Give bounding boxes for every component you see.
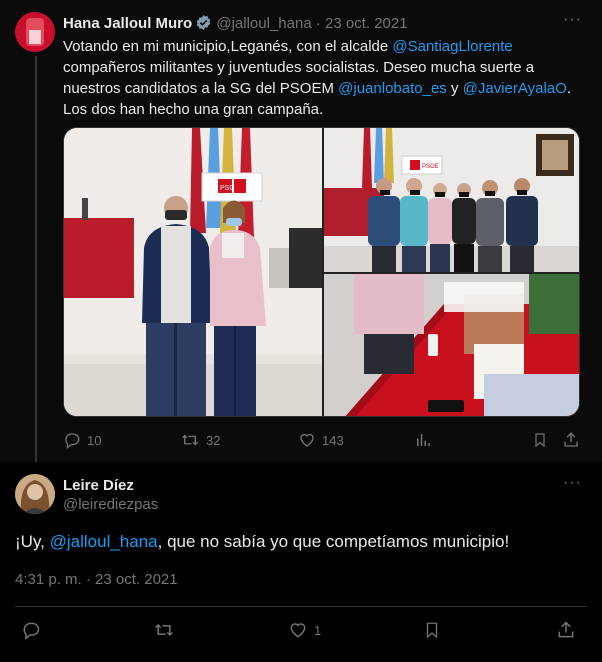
- repost-count: 32: [206, 432, 221, 448]
- photo-2-sign: PSOE: [422, 164, 439, 170]
- reply-date: 23 oct. 2021: [95, 571, 178, 588]
- reply-text: ¡Uy, @jalloul_hana, que no sabía yo que …: [15, 532, 510, 551]
- mention-link[interactable]: @SantiagLlorente: [392, 38, 512, 55]
- like-icon: [288, 620, 308, 640]
- like-count: 143: [322, 432, 344, 448]
- tweet-text: Votando en mi municipio,Leganés, con el …: [63, 36, 583, 120]
- bookmark-button[interactable]: [423, 620, 441, 640]
- reply-button[interactable]: [21, 620, 41, 640]
- share-button[interactable]: [562, 431, 580, 449]
- author-handle[interactable]: @leirediezpas: [63, 496, 158, 513]
- reply-icon: [63, 431, 81, 449]
- mention-link[interactable]: @JavierAyalaO: [463, 80, 567, 97]
- photo-1[interactable]: PSOE: [64, 128, 322, 416]
- parent-action-bar: 10 32 143: [0, 431, 602, 451]
- tweet-header: Hana Jalloul Muro @jalloul_hana · 23 oct…: [63, 14, 408, 35]
- avatar[interactable]: [15, 474, 55, 514]
- reply-count: 10: [87, 432, 102, 448]
- reply-time: 4:31 p. m.: [15, 571, 82, 588]
- tweet-text-segment: y: [446, 80, 463, 97]
- repost-icon: [153, 620, 175, 640]
- tweet-date[interactable]: 23 oct. 2021: [325, 15, 408, 32]
- divider: [15, 606, 587, 607]
- mention-link[interactable]: @jalloul_hana: [50, 532, 158, 551]
- like-button[interactable]: 1: [288, 620, 321, 640]
- author-name[interactable]: Hana Jalloul Muro: [63, 15, 192, 32]
- media-grid[interactable]: PSOE PSOE: [63, 127, 580, 417]
- reply-tweet[interactable]: Leire Díez @leirediezpas ··· ¡Uy, @jallo…: [0, 462, 602, 662]
- repost-button[interactable]: 32: [180, 431, 220, 449]
- reply-header: Leire Díez @leirediezpas: [63, 477, 158, 513]
- bookmark-button[interactable]: [532, 431, 548, 449]
- repost-icon: [180, 431, 200, 449]
- share-button[interactable]: [556, 620, 576, 640]
- author-handle[interactable]: @jalloul_hana: [216, 15, 311, 32]
- reply-action-bar: 1: [0, 620, 602, 640]
- views-button[interactable]: [414, 431, 432, 449]
- mention-link[interactable]: @juanlobato_es: [338, 80, 447, 97]
- verified-icon: [195, 14, 212, 35]
- author-name[interactable]: Leire Díez: [63, 477, 158, 494]
- reply-icon: [21, 620, 41, 640]
- share-icon: [556, 620, 576, 640]
- thread-line: [35, 56, 37, 462]
- more-icon[interactable]: ···: [563, 11, 582, 29]
- like-button[interactable]: 143: [298, 431, 344, 449]
- tweet-text-segment: Votando en mi municipio,Leganés, con el …: [63, 38, 393, 55]
- more-icon[interactable]: ···: [563, 474, 582, 492]
- reply-timestamp[interactable]: 4:31 p. m. · 23 oct. 2021: [15, 571, 178, 588]
- like-icon: [298, 431, 316, 449]
- bookmark-icon: [532, 431, 548, 449]
- avatar[interactable]: [15, 12, 55, 52]
- reply-button[interactable]: 10: [63, 431, 101, 449]
- bookmark-icon: [423, 620, 441, 640]
- photo-2[interactable]: PSOE: [324, 128, 579, 272]
- separator: ·: [315, 15, 321, 32]
- separator: ·: [85, 571, 91, 588]
- repost-button[interactable]: [153, 620, 175, 640]
- parent-tweet[interactable]: Hana Jalloul Muro @jalloul_hana · 23 oct…: [0, 0, 602, 462]
- photo-3[interactable]: [324, 274, 579, 416]
- share-icon: [562, 431, 580, 449]
- like-count: 1: [314, 622, 322, 638]
- views-icon: [414, 431, 432, 449]
